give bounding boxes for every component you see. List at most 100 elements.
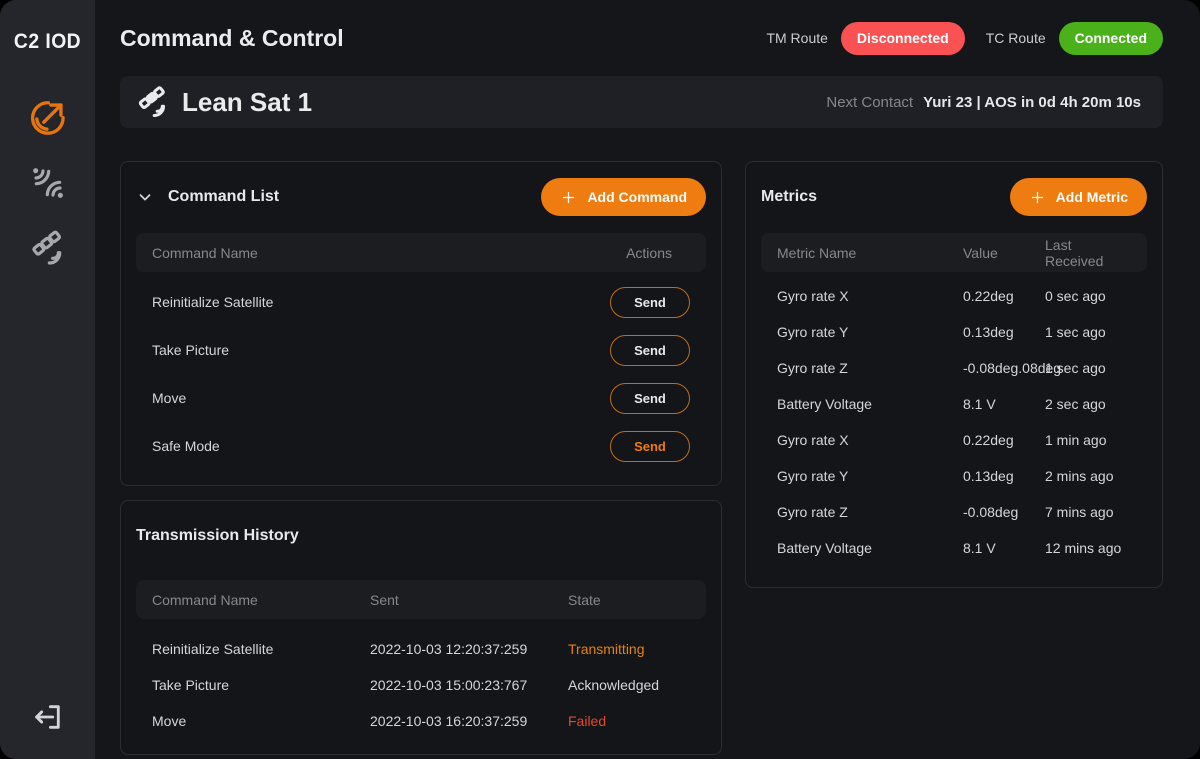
table-row: Gyro rate Z -0.08deg 7 mins ago bbox=[761, 494, 1147, 530]
state-badge: Failed bbox=[568, 713, 690, 729]
state-badge: Acknowledged bbox=[568, 677, 690, 693]
table-row: Gyro rate X 0.22deg 1 min ago bbox=[761, 422, 1147, 458]
metrics-title: Metrics bbox=[761, 188, 817, 206]
logout-button[interactable] bbox=[26, 695, 70, 739]
plus-icon bbox=[560, 189, 577, 206]
column-metric-name: Metric Name bbox=[777, 245, 963, 261]
comms-icon bbox=[28, 163, 68, 203]
metric-last-received: 1 sec ago bbox=[1045, 324, 1131, 340]
sent-timestamp: 2022-10-03 12:20:37:259 bbox=[370, 641, 568, 657]
command-list-title: Command List bbox=[168, 188, 279, 206]
metric-rows: Gyro rate X 0.22deg 0 sec ago Gyro rate … bbox=[761, 278, 1147, 572]
table-row: Move 2022-10-03 16:20:37:259 Failed bbox=[136, 703, 706, 739]
history-table-header: Command Name Sent State bbox=[136, 580, 706, 619]
table-row: Gyro rate Y 0.13deg 1 sec ago bbox=[761, 314, 1147, 350]
send-button[interactable]: Send bbox=[610, 287, 690, 318]
right-column: Metrics Add Metric Metric Name Value Las… bbox=[745, 161, 1163, 588]
command-list-panel: Command List Add Command Command Name Ac… bbox=[120, 161, 722, 486]
topbar: Command & Control TM Route Disconnected … bbox=[95, 0, 1200, 76]
metric-name: Gyro rate Y bbox=[777, 324, 963, 340]
satellite-icon bbox=[28, 228, 68, 268]
send-button[interactable]: Send bbox=[610, 383, 690, 414]
table-row: Reinitialize Satellite 2022-10-03 12:20:… bbox=[136, 631, 706, 667]
metric-value: -0.08deg.08deg bbox=[963, 360, 1045, 376]
metric-last-received: 2 mins ago bbox=[1045, 468, 1131, 484]
sidebar-item-commands[interactable] bbox=[26, 96, 70, 140]
metrics-table-header: Metric Name Value Last Received bbox=[761, 233, 1147, 272]
logout-icon bbox=[29, 698, 67, 736]
command-name: Take Picture bbox=[152, 342, 229, 358]
tc-route-label: TC Route bbox=[986, 30, 1046, 46]
content-area: Command List Add Command Command Name Ac… bbox=[95, 128, 1200, 759]
table-row: Gyro rate Z -0.08deg.08deg 1 sec ago bbox=[761, 350, 1147, 386]
next-contact-value: Yuri 23 | AOS in 0d 4h 20m 10s bbox=[923, 94, 1141, 111]
column-command-name: Command Name bbox=[152, 245, 258, 261]
left-column: Command List Add Command Command Name Ac… bbox=[120, 161, 722, 755]
table-row: Take Picture Send bbox=[136, 326, 706, 374]
column-command-name: Command Name bbox=[152, 592, 370, 608]
sidebar: C2 IOD bbox=[0, 0, 95, 759]
column-actions: Actions bbox=[626, 245, 690, 261]
table-row: Gyro rate X 0.22deg 0 sec ago bbox=[761, 278, 1147, 314]
state-badge: Transmitting bbox=[568, 641, 690, 657]
route-status-group: TM Route Disconnected TC Route Connected bbox=[766, 22, 1163, 55]
page-title: Command & Control bbox=[120, 25, 344, 52]
metrics-panel: Metrics Add Metric Metric Name Value Las… bbox=[745, 161, 1163, 588]
table-row: Reinitialize Satellite Send bbox=[136, 278, 706, 326]
sidebar-item-ground-stations[interactable] bbox=[26, 161, 70, 205]
add-metric-button[interactable]: Add Metric bbox=[1010, 178, 1147, 216]
metric-value: 0.22deg bbox=[963, 432, 1045, 448]
sent-timestamp: 2022-10-03 16:20:37:259 bbox=[370, 713, 568, 729]
orbit-arrow-icon bbox=[27, 97, 69, 139]
add-metric-label: Add Metric bbox=[1056, 189, 1128, 205]
metric-value: 8.1 V bbox=[963, 396, 1045, 412]
metric-last-received: 12 mins ago bbox=[1045, 540, 1131, 556]
satellite-banner: Lean Sat 1 Next Contact Yuri 23 | AOS in… bbox=[120, 76, 1163, 128]
tm-route-label: TM Route bbox=[766, 30, 827, 46]
metric-name: Gyro rate Z bbox=[777, 360, 963, 376]
metric-name: Battery Voltage bbox=[777, 540, 963, 556]
collapse-toggle[interactable] bbox=[136, 188, 154, 206]
command-name: Safe Mode bbox=[152, 438, 220, 454]
column-state: State bbox=[568, 592, 690, 608]
transmission-history-header: Transmission History bbox=[136, 516, 706, 556]
plus-icon bbox=[1029, 189, 1046, 206]
command-rows: Reinitialize Satellite Send Take Picture… bbox=[136, 278, 706, 470]
metric-value: 0.13deg bbox=[963, 468, 1045, 484]
command-name: Reinitialize Satellite bbox=[152, 294, 273, 310]
tm-route-status-badge: Disconnected bbox=[841, 22, 965, 55]
metric-name: Gyro rate X bbox=[777, 288, 963, 304]
command-table-header: Command Name Actions bbox=[136, 233, 706, 272]
column-value: Value bbox=[963, 245, 1045, 261]
column-sent: Sent bbox=[370, 592, 568, 608]
command-name: Move bbox=[152, 713, 370, 729]
command-name: Move bbox=[152, 390, 186, 406]
command-list-header: Command List Add Command bbox=[136, 177, 706, 217]
send-button[interactable]: Send bbox=[610, 431, 690, 462]
table-row: Take Picture 2022-10-03 15:00:23:767 Ack… bbox=[136, 667, 706, 703]
column-last-received: Last Received bbox=[1045, 237, 1131, 269]
sent-timestamp: 2022-10-03 15:00:23:767 bbox=[370, 677, 568, 693]
send-button[interactable]: Send bbox=[610, 335, 690, 366]
command-name: Reinitialize Satellite bbox=[152, 641, 370, 657]
metrics-header: Metrics Add Metric bbox=[761, 177, 1147, 217]
metric-value: 8.1 V bbox=[963, 540, 1045, 556]
history-rows: Reinitialize Satellite 2022-10-03 12:20:… bbox=[136, 631, 706, 739]
add-command-button[interactable]: Add Command bbox=[541, 178, 706, 216]
metric-name: Battery Voltage bbox=[777, 396, 963, 412]
metric-last-received: 1 min ago bbox=[1045, 432, 1131, 448]
app-window: C2 IOD bbox=[0, 0, 1200, 759]
metric-name: Gyro rate Y bbox=[777, 468, 963, 484]
metric-name: Gyro rate X bbox=[777, 432, 963, 448]
command-name: Take Picture bbox=[152, 677, 370, 693]
metric-name: Gyro rate Z bbox=[777, 504, 963, 520]
transmission-history-title: Transmission History bbox=[136, 527, 299, 545]
app-logo: C2 IOD bbox=[14, 30, 81, 54]
metric-value: -0.08deg bbox=[963, 504, 1045, 520]
sidebar-item-satellites[interactable] bbox=[26, 226, 70, 270]
next-contact: Next Contact Yuri 23 | AOS in 0d 4h 20m … bbox=[826, 94, 1141, 111]
metric-last-received: 0 sec ago bbox=[1045, 288, 1131, 304]
metric-value: 0.13deg bbox=[963, 324, 1045, 340]
satellite-name: Lean Sat 1 bbox=[182, 87, 312, 118]
table-row: Safe Mode Send bbox=[136, 422, 706, 470]
